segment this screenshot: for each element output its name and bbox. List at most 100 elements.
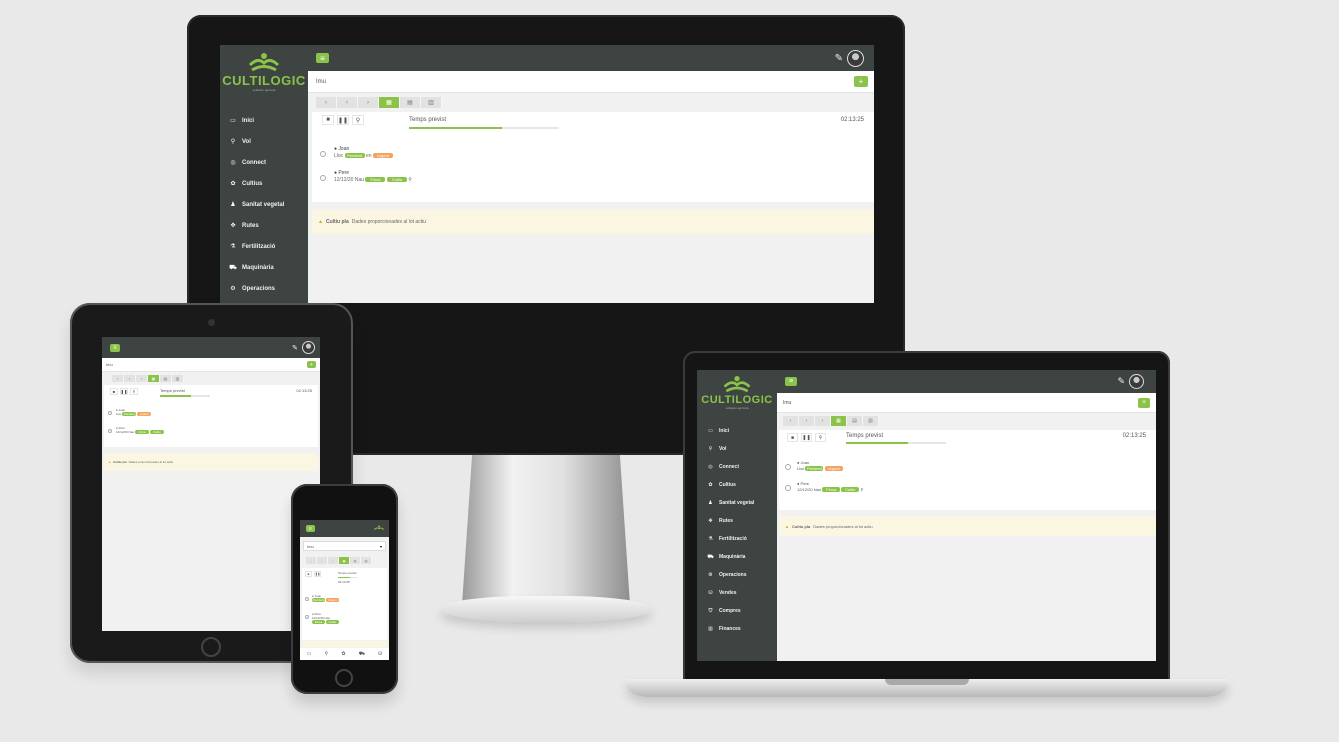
pause-icon[interactable]: ❚❚ (337, 115, 349, 125)
plant-icon[interactable]: ✿ (341, 651, 345, 657)
toolbar-btn-next[interactable]: › (136, 375, 148, 382)
user-area[interactable]: ✎ (1117, 374, 1144, 389)
toolbar-btn-columns[interactable]: ▥ (421, 97, 442, 108)
sidebar-item-compres[interactable]: ⛉ Compres (697, 602, 777, 620)
sidebar-item-sanitat[interactable]: ♟ Sanitat vegetal (697, 494, 777, 512)
task-item[interactable]: ● Pere 12/12/20 Nau Finca Cultiu ⚲ (320, 170, 412, 183)
toolbar-btn-grid[interactable]: ▦ (379, 97, 400, 108)
task-item[interactable]: ● Joan Lloc Pendent Urgent (785, 460, 843, 471)
user-area[interactable]: ✎ (835, 49, 864, 67)
sidebar-item-operacions[interactable]: ⚙ Operacions (697, 566, 777, 584)
toolbar-btn-next[interactable]: › (328, 557, 339, 564)
user-area[interactable]: ✎ (292, 341, 315, 354)
toolbar-btn-list[interactable]: ▤ (847, 416, 863, 426)
toolbar-btn-grid[interactable]: ▦ (831, 416, 847, 426)
search-input[interactable]: Imu (783, 400, 791, 406)
sidebar-item-vol[interactable]: ⚲ Vol (220, 131, 308, 152)
pause-icon[interactable]: ❚❚ (120, 388, 128, 395)
task-item[interactable]: ● Joan Lloc Pendent en Urgent (320, 146, 393, 159)
toolbar-btn-grid[interactable]: ▦ (339, 557, 350, 564)
toolbar-btn-prev[interactable]: ‹ (124, 375, 136, 382)
tractor-icon[interactable]: ⛟ (359, 651, 365, 658)
chevron-down-icon[interactable]: ▾ (380, 544, 382, 549)
toolbar-btn-list[interactable]: ▤ (160, 375, 172, 382)
map-pin-icon: ⚲ (230, 139, 236, 145)
toolbar-btn-back[interactable]: ‹ (112, 375, 124, 382)
stop-icon[interactable]: ■ (787, 433, 798, 442)
toolbar-btn-list[interactable]: ▤ (350, 557, 361, 564)
search-input[interactable]: Imu (106, 362, 113, 367)
stop-icon[interactable]: ■ (110, 388, 118, 395)
toolbar-btn-columns[interactable]: ▥ (863, 416, 879, 426)
task-item[interactable]: ● Pere 12/12/20 Nau Finca Cultiu ⚲ (785, 481, 863, 492)
sidebar-item-fertilitzacio[interactable]: ⚗ Fertilització (697, 530, 777, 548)
pause-icon[interactable]: ❚❚ (801, 433, 812, 442)
sidebar-item-cultius[interactable]: ✿ Cultius (697, 476, 777, 494)
menu-icon[interactable]: ≡ (110, 343, 120, 352)
monitor-icon[interactable]: ▭ (307, 651, 312, 657)
stop-icon[interactable]: ■ (322, 115, 334, 125)
task-checkbox[interactable] (320, 175, 326, 181)
cart-icon[interactable]: ⛁ (378, 651, 382, 657)
task-item[interactable]: ● Pere 12/12/20 Nau Finca Cultiu (305, 612, 339, 624)
location-icon[interactable]: ⚲ (352, 115, 364, 125)
stop-icon[interactable]: ■ (305, 571, 312, 577)
toolbar-btn-next[interactable]: › (358, 97, 379, 108)
task-checkbox[interactable] (108, 411, 112, 415)
toolbar-btn-back[interactable]: ‹ (316, 97, 337, 108)
toolbar-btn-prev[interactable]: ‹ (317, 557, 328, 564)
add-button[interactable]: + (854, 76, 868, 87)
search-input[interactable]: Imu (316, 79, 326, 85)
menu-icon[interactable]: ≡ (306, 525, 315, 532)
task-checkbox[interactable] (305, 615, 309, 619)
sidebar-item-inici[interactable]: ▭ Inici (697, 422, 777, 440)
bell-icon[interactable]: ✎ (292, 344, 298, 352)
task-checkbox[interactable] (785, 485, 791, 491)
toolbar-btn-prev[interactable]: ‹ (337, 97, 358, 108)
task-checkbox[interactable] (320, 151, 326, 157)
toolbar-btn-columns[interactable]: ▥ (361, 557, 372, 564)
sidebar-item-operacions[interactable]: ⚙ Operacions (220, 278, 308, 299)
toolbar-btn-grid[interactable]: ▦ (148, 375, 160, 382)
sidebar-item-fertilitzacio[interactable]: ⚗ Fertilització (220, 236, 308, 257)
search-input[interactable]: Imu (307, 544, 314, 549)
add-button[interactable]: + (1138, 397, 1150, 408)
toolbar-btn-next[interactable]: › (815, 416, 831, 426)
bell-icon[interactable]: ✎ (1117, 376, 1125, 387)
sidebar-item-connect[interactable]: ◎ Connect (220, 152, 308, 173)
task-item[interactable]: ● Pere 12/12/20 Nau Finca Cultiu (108, 426, 164, 434)
toolbar-btn-prev[interactable]: ‹ (799, 416, 815, 426)
task-checkbox[interactable] (305, 597, 309, 601)
sidebar-item-rutes[interactable]: ✥ Rutes (220, 215, 308, 236)
sidebar-item-connect[interactable]: ◎ Connect (697, 458, 777, 476)
sidebar-item-vol[interactable]: ⚲ Vol (697, 440, 777, 458)
map-pin-icon[interactable]: ⚲ (324, 651, 328, 657)
sidebar-item-sanitat[interactable]: ♟ Sanitat vegetal (220, 194, 308, 215)
task-checkbox[interactable] (108, 429, 112, 433)
sidebar-item-finances[interactable]: ▥ Finances (697, 620, 777, 638)
toolbar-btn-back[interactable]: ‹ (783, 416, 799, 426)
user-icon[interactable] (1129, 374, 1144, 389)
bell-icon[interactable]: ✎ (835, 53, 843, 64)
task-checkbox[interactable] (785, 464, 791, 470)
toolbar-btn-columns[interactable]: ▥ (172, 375, 184, 382)
task-item[interactable]: ● Joan Lloc Pendent Urgent (108, 408, 152, 416)
task-item[interactable]: ● Joan Pendent Urgent (305, 594, 339, 602)
brand-tagline: software agrícola (725, 406, 749, 410)
sidebar-item-rutes[interactable]: ✥ Rutes (697, 512, 777, 530)
sidebar-item-cultius[interactable]: ✿ Cultius (220, 173, 308, 194)
toolbar-btn-list[interactable]: ▤ (400, 97, 421, 108)
user-icon[interactable] (302, 341, 315, 354)
sidebar-item-maquinaria[interactable]: ⛟ Maquinària (697, 548, 777, 566)
location-icon[interactable]: ⚲ (815, 433, 826, 442)
sidebar-item-maquinaria[interactable]: ⛟ Maquinària (220, 257, 308, 278)
sidebar-item-inici[interactable]: ▭ Inici (220, 110, 308, 131)
user-icon[interactable] (847, 49, 864, 67)
pause-icon[interactable]: ❚❚ (314, 571, 321, 577)
sidebar-item-vendes[interactable]: ⛁ Vendes (697, 584, 777, 602)
toolbar-btn-back[interactable]: ‹ (306, 557, 317, 564)
menu-icon[interactable]: ≡ (785, 377, 797, 386)
menu-icon[interactable]: ≡ (316, 53, 329, 63)
add-button[interactable]: + (307, 361, 316, 368)
location-icon[interactable]: ⚲ (130, 388, 138, 395)
